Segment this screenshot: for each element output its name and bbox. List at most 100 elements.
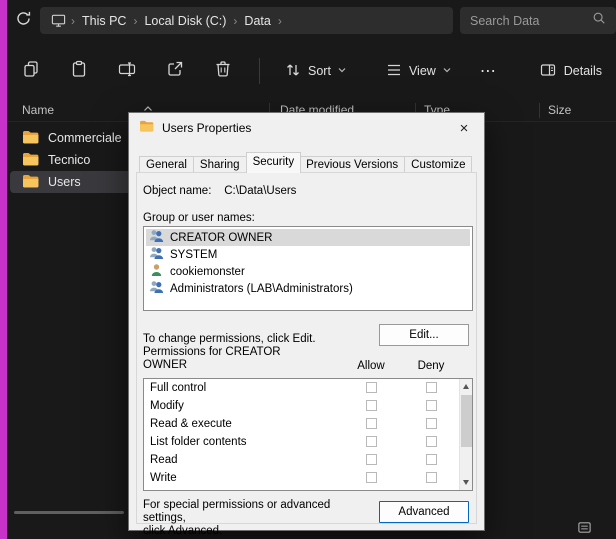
column-header-size[interactable]: Size: [548, 103, 571, 117]
permission-row-read[interactable]: Read: [144, 451, 472, 469]
principal-name: Administrators (LAB\Administrators): [170, 283, 353, 295]
scrollbar-thumb[interactable]: [461, 395, 472, 447]
object-name-row: Object name: C:\Data\Users: [143, 185, 296, 197]
principal-cookiemonster[interactable]: cookiemonster: [146, 263, 470, 280]
breadcrumb-chevron[interactable]: ›: [231, 14, 239, 28]
this-pc-icon[interactable]: [48, 13, 69, 28]
trash-icon: [213, 59, 233, 84]
allow-column-header: Allow: [343, 360, 399, 372]
command-bar: Sort View ⋯ Details: [7, 44, 616, 98]
rename-button[interactable]: [115, 59, 139, 83]
permissions-for-label: Permissions for CREATOR OWNER: [143, 346, 333, 372]
edit-permissions-hint: To change permissions, click Edit.: [143, 333, 316, 345]
edit-button[interactable]: Edit...: [379, 324, 469, 346]
rename-icon: [117, 59, 137, 84]
horizontal-scrollbar[interactable]: [14, 511, 124, 514]
deny-checkbox[interactable]: [426, 418, 437, 429]
refresh-button[interactable]: [11, 10, 35, 32]
permission-label: Modify: [150, 400, 184, 412]
deny-checkbox[interactable]: [426, 436, 437, 447]
sort-dropdown[interactable]: Sort: [284, 61, 347, 82]
deny-checkbox[interactable]: [426, 472, 437, 483]
statusbar-view-icon[interactable]: [577, 520, 592, 539]
principal-name: SYSTEM: [170, 249, 217, 261]
permission-row-full-control[interactable]: Full control: [144, 379, 472, 397]
tab-security[interactable]: Security: [246, 152, 302, 173]
breadcrumb: › This PC › Local Disk (C:) › Data ›: [40, 7, 453, 34]
permission-row-list-folder-contents[interactable]: List folder contents: [144, 433, 472, 451]
group-icon: [149, 280, 164, 297]
more-options-button[interactable]: ⋯: [476, 61, 500, 81]
paste-icon: [69, 59, 89, 84]
allow-checkbox[interactable]: [366, 454, 377, 465]
search-input[interactable]: [470, 14, 592, 28]
breadcrumb-chevron[interactable]: ›: [69, 14, 77, 28]
permission-label: List folder contents: [150, 436, 247, 448]
allow-checkbox[interactable]: [366, 382, 377, 393]
tab-customize[interactable]: Customize: [405, 156, 472, 173]
principal-name: CREATOR OWNER: [170, 232, 272, 244]
view-dropdown[interactable]: View: [385, 61, 452, 82]
file-name: Tecnico: [48, 153, 90, 167]
view-label: View: [409, 64, 436, 78]
tab-previous-versions[interactable]: Previous Versions: [300, 156, 405, 173]
chevron-down-icon: [442, 64, 452, 78]
scroll-up-arrow[interactable]: [463, 384, 469, 389]
scroll-down-arrow[interactable]: [463, 480, 469, 485]
tab-sharing[interactable]: Sharing: [194, 156, 247, 173]
tab-general[interactable]: General: [139, 156, 194, 173]
permission-label: Write: [150, 472, 177, 484]
user-icon: [149, 263, 164, 280]
breadcrumb-chevron[interactable]: ›: [131, 14, 139, 28]
toolbar-separator: [259, 58, 260, 84]
vertical-scrollbar[interactable]: [459, 379, 472, 490]
deny-checkbox[interactable]: [426, 382, 437, 393]
advanced-button[interactable]: Advanced: [379, 501, 469, 523]
folder-icon: [22, 152, 39, 169]
deny-column-header: Deny: [403, 360, 459, 372]
allow-checkbox[interactable]: [366, 400, 377, 411]
breadcrumb-chevron[interactable]: ›: [276, 14, 284, 28]
allow-checkbox[interactable]: [366, 436, 377, 447]
column-divider[interactable]: [539, 103, 540, 118]
search-icon[interactable]: [592, 11, 606, 30]
permission-row-write[interactable]: Write: [144, 469, 472, 487]
refresh-icon: [15, 10, 32, 32]
allow-checkbox[interactable]: [366, 472, 377, 483]
dialog-titlebar: Users Properties: [129, 113, 484, 143]
share-button[interactable]: [163, 59, 187, 83]
group-names-label: Group or user names:: [143, 212, 255, 224]
permission-row-read-execute[interactable]: Read & execute: [144, 415, 472, 433]
permissions-listbox: Full control Modify Read & execute List …: [143, 378, 473, 491]
principal-name: cookiemonster: [170, 266, 245, 278]
paste-button[interactable]: [67, 59, 91, 83]
deny-checkbox[interactable]: [426, 400, 437, 411]
object-name-label: Object name:: [143, 185, 221, 197]
breadcrumb-local-disk-c[interactable]: Local Disk (C:): [139, 14, 231, 28]
deny-checkbox[interactable]: [426, 454, 437, 465]
copy-button[interactable]: [19, 59, 43, 83]
permission-row-special-permissions[interactable]: Special permissions: [144, 487, 472, 491]
delete-button[interactable]: [211, 59, 235, 83]
dialog-title: Users Properties: [162, 121, 251, 135]
properties-dialog: Users Properties × General Sharing Secur…: [128, 112, 485, 531]
details-pane-button[interactable]: Details: [539, 44, 602, 98]
permission-label: Full control: [150, 382, 206, 394]
sort-label: Sort: [308, 64, 331, 78]
principal-system[interactable]: SYSTEM: [146, 246, 470, 263]
screen: › This PC › Local Disk (C:) › Data ›: [0, 0, 616, 539]
group-user-listbox: CREATOR OWNER SYSTEM cookiemonster Admin…: [143, 226, 473, 311]
copy-icon: [21, 59, 41, 84]
close-icon[interactable]: ×: [444, 113, 484, 143]
share-icon: [165, 59, 185, 84]
column-header-name[interactable]: Name: [22, 103, 54, 117]
allow-checkbox[interactable]: [366, 418, 377, 429]
group-icon: [149, 229, 164, 246]
permission-row-modify[interactable]: Modify: [144, 397, 472, 415]
principal-creator-owner[interactable]: CREATOR OWNER: [146, 229, 470, 246]
breadcrumb-this-pc[interactable]: This PC: [77, 14, 131, 28]
breadcrumb-data[interactable]: Data: [239, 14, 275, 28]
principal-administrators[interactable]: Administrators (LAB\Administrators): [146, 280, 470, 297]
folder-icon: [22, 174, 39, 191]
chevron-down-icon: [337, 64, 347, 78]
